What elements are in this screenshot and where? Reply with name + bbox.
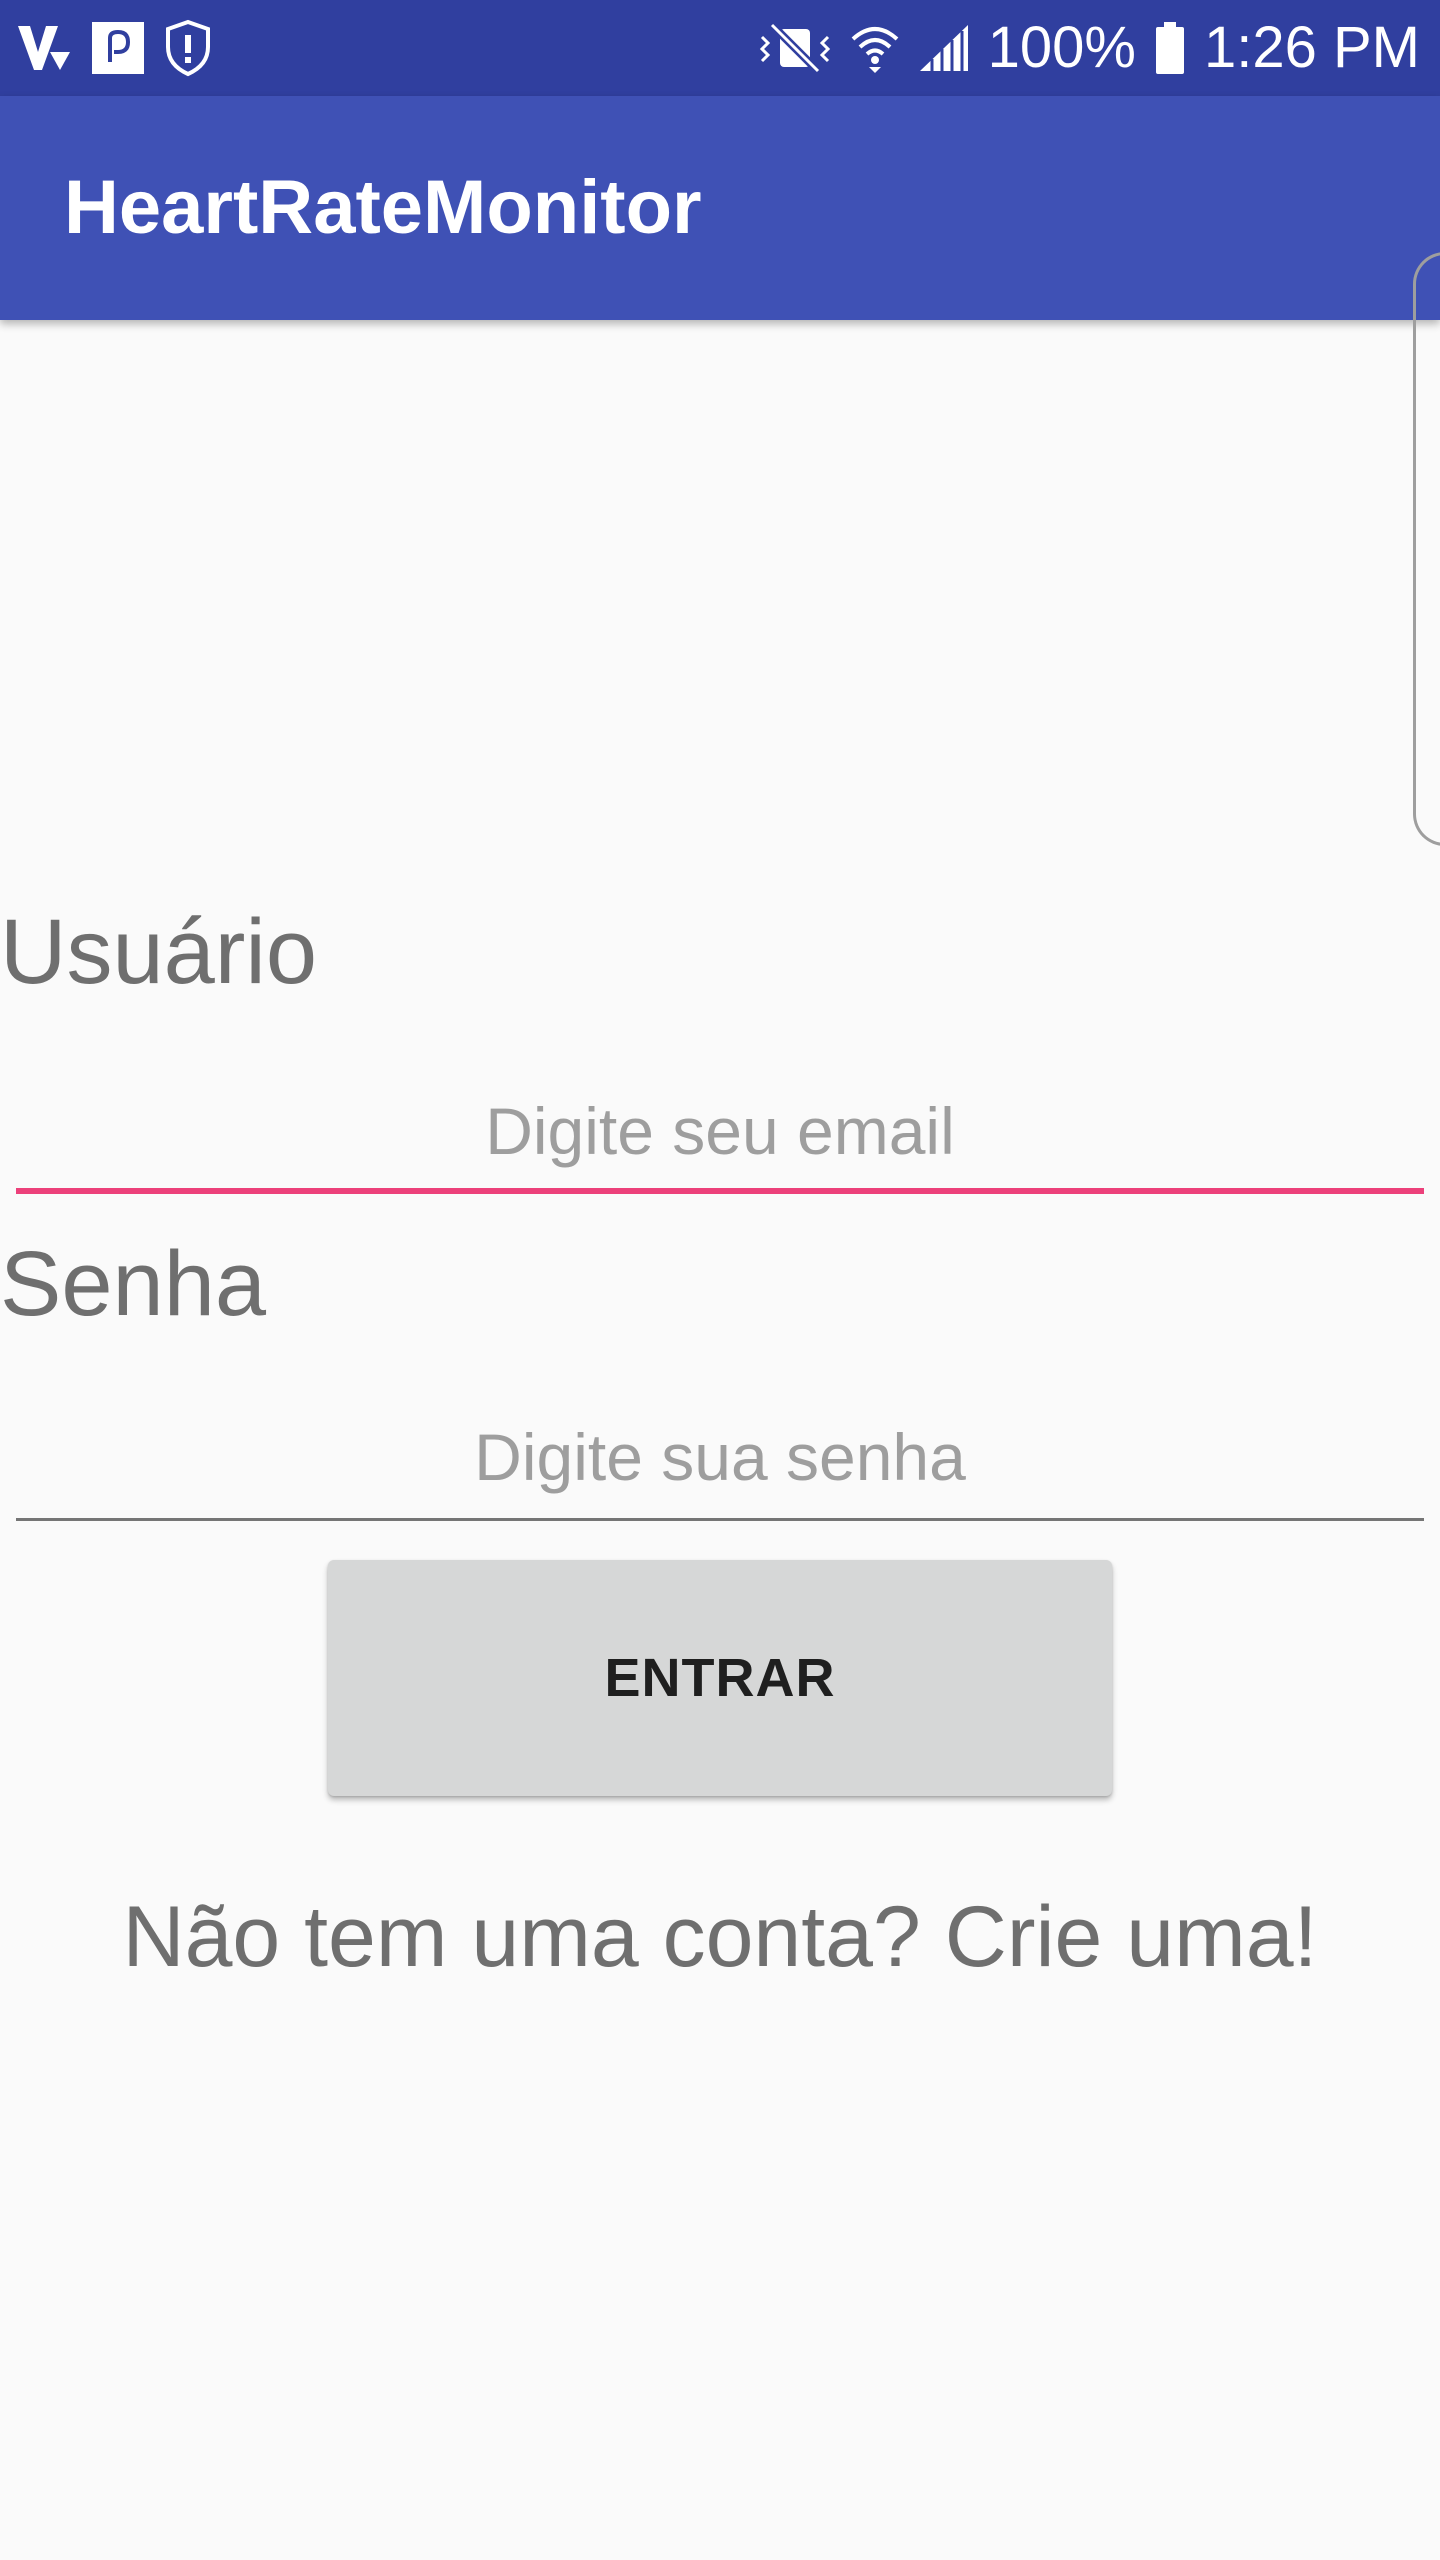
pocket-app-icon bbox=[90, 20, 146, 76]
vibrate-mute-icon bbox=[758, 21, 832, 75]
system-status: 100% 1:26 PM bbox=[758, 0, 1420, 96]
status-bar: 100% 1:26 PM bbox=[0, 0, 1440, 96]
password-label: Senha bbox=[0, 1233, 267, 1335]
battery-percent: 100% bbox=[987, 15, 1136, 80]
password-field-container bbox=[16, 1400, 1424, 1521]
login-button[interactable]: ENTRAR bbox=[328, 1560, 1112, 1796]
app-title: HeartRateMonitor bbox=[64, 165, 702, 250]
notification-icons bbox=[16, 16, 212, 80]
edge-panel-handle[interactable] bbox=[1413, 252, 1440, 846]
email-field-container bbox=[16, 1080, 1424, 1194]
clock: 1:26 PM bbox=[1204, 15, 1420, 80]
username-label: Usuário bbox=[0, 901, 318, 1003]
signal-icon bbox=[918, 23, 970, 73]
app-bar: HeartRateMonitor bbox=[0, 96, 1440, 320]
signup-link[interactable]: Não tem uma conta? Crie uma! bbox=[0, 1890, 1440, 1985]
wifi-icon bbox=[850, 21, 900, 75]
vpn-key-icon bbox=[16, 22, 72, 74]
battery-icon bbox=[1154, 20, 1186, 76]
email-field[interactable] bbox=[16, 1080, 1424, 1182]
password-field[interactable] bbox=[16, 1400, 1424, 1515]
security-shield-icon bbox=[164, 19, 212, 77]
